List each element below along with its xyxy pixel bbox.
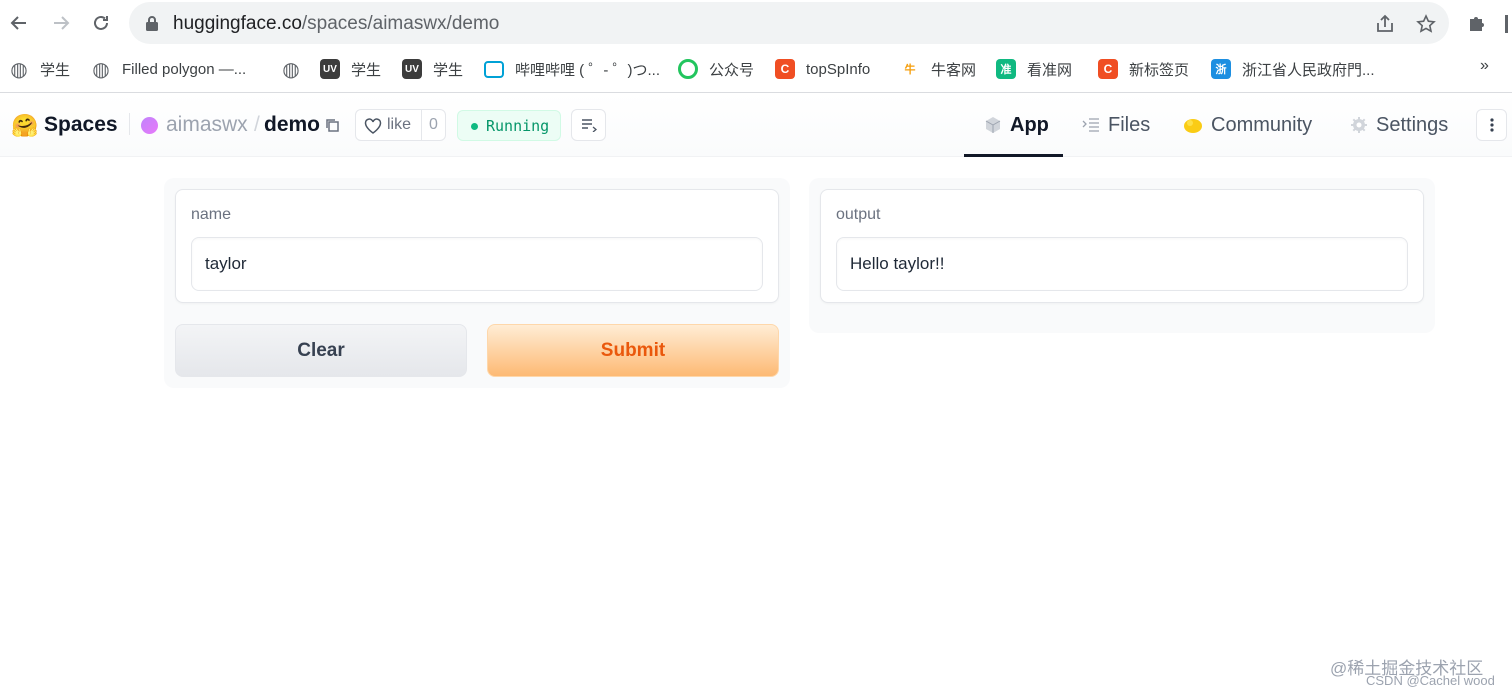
logs-button[interactable]	[571, 109, 606, 141]
reload-button[interactable]	[89, 11, 113, 35]
nowcoder-icon: 牛	[900, 59, 920, 79]
name-textbox[interactable]: taylor	[191, 237, 763, 291]
url-text: huggingface.co/spaces/aimaswx/demo	[173, 13, 500, 34]
bookmark-item[interactable]: 浙浙江省人民政府門...	[1211, 57, 1375, 81]
tab-label: Files	[1108, 113, 1151, 136]
star-icon	[1416, 14, 1436, 33]
like-button[interactable]: like 0	[355, 109, 446, 141]
zj-gov-icon: 浙	[1211, 59, 1231, 79]
tab-settings[interactable]: Settings	[1350, 113, 1448, 137]
forward-arrow-icon	[54, 16, 70, 30]
hf-header: 🤗 Spaces aimaswx / demo like 0 Running A…	[0, 93, 1512, 157]
bookmark-label: 哔哩哔哩 ( ゜- ゜)つ...	[515, 61, 660, 79]
bookmark-item[interactable]: 公众号	[678, 57, 754, 81]
globe-icon: ◍	[10, 58, 28, 81]
bookmark-item[interactable]: 准看准网	[996, 57, 1072, 81]
name-input-block: name taylor	[175, 189, 779, 303]
divider	[129, 113, 130, 135]
bookmark-item[interactable]: C 新标签页	[1098, 57, 1189, 81]
cube-icon	[984, 116, 1002, 134]
status-badge: Running	[457, 110, 561, 141]
list-icon	[581, 119, 597, 132]
name-label: name	[191, 206, 232, 223]
back-arrow-icon	[10, 16, 26, 30]
reload-icon	[94, 15, 108, 30]
owner-link[interactable]: aimaswx	[166, 113, 248, 137]
bookmark-label: Filled polygon —...	[122, 60, 247, 78]
lock-icon	[146, 16, 158, 31]
heart-icon	[364, 118, 382, 134]
share-button[interactable]	[1374, 13, 1396, 35]
community-icon	[1183, 116, 1203, 134]
bookmark-item[interactable]: UV 学生	[320, 57, 381, 81]
bookmark-label: topSpInfo	[806, 60, 871, 78]
csdn-icon: C	[775, 59, 795, 79]
forward-button[interactable]	[49, 11, 73, 35]
bookmark-item[interactable]: 牛牛客网	[900, 57, 976, 81]
tab-app[interactable]: App	[984, 113, 1049, 137]
repo-name-link[interactable]: demo	[264, 113, 320, 137]
more-options-button[interactable]	[1476, 109, 1507, 141]
status-dot-icon	[471, 123, 478, 130]
tab-label: Settings	[1376, 113, 1449, 136]
bilibili-icon	[484, 60, 504, 78]
share-icon	[1377, 14, 1393, 32]
watermark-csdn: CSDN @Cachel wood	[1366, 673, 1495, 688]
bookmarks-bar: ◍ 学生 ◍ Filled polygon —... ◍ UV 学生 UV 学生 哔哩哔…	[0, 47, 1512, 93]
puzzle-icon	[1470, 17, 1484, 31]
submit-button[interactable]: Submit	[487, 324, 779, 377]
gear-icon	[1350, 116, 1368, 134]
globe-icon: ◍	[282, 58, 300, 81]
clear-button[interactable]: Clear	[175, 324, 467, 377]
bookmark-item[interactable]: ◍	[281, 57, 312, 81]
tab-label: Community	[1211, 113, 1313, 136]
bookmark-item[interactable]: ◍ 学生	[9, 57, 70, 81]
path-separator: /	[254, 113, 260, 136]
hugging-face-logo-icon[interactable]: 🤗	[11, 113, 38, 139]
back-button[interactable]	[7, 11, 31, 35]
output-textbox: Hello taylor!!	[836, 237, 1408, 291]
like-count: 0	[429, 116, 438, 133]
extensions-button[interactable]	[1466, 12, 1488, 34]
csdn-icon: C	[1098, 59, 1118, 79]
bookmark-label: 牛客网	[931, 61, 977, 79]
bookmark-label: 新标签页	[1129, 61, 1190, 79]
globe-icon: ◍	[92, 58, 110, 81]
bookmarks-overflow-button[interactable]: »	[1480, 57, 1489, 75]
divider	[421, 110, 422, 140]
active-tab-indicator	[964, 154, 1063, 157]
bookmark-item[interactable]: 哔哩哔哩 ( ゜- ゜)つ...	[484, 57, 660, 81]
bookmark-label: 学生	[433, 61, 464, 79]
bookmark-item[interactable]: UV 学生	[402, 57, 463, 81]
files-icon	[1082, 117, 1100, 133]
profile-edge[interactable]	[1505, 15, 1508, 33]
output-block: output Hello taylor!!	[820, 189, 1424, 303]
bookmark-label: 学生	[351, 61, 382, 79]
output-label: output	[836, 206, 881, 223]
kebab-icon	[1489, 118, 1494, 132]
tab-label: App	[1010, 113, 1049, 136]
copy-icon[interactable]	[324, 117, 340, 133]
browser-toolbar: huggingface.co/spaces/aimaswx/demo	[0, 0, 1512, 47]
tab-files[interactable]: Files	[1082, 113, 1150, 137]
uv-icon: UV	[320, 59, 340, 79]
uv-icon: UV	[402, 59, 422, 79]
bookmark-label: 浙江省人民政府門...	[1242, 61, 1375, 79]
kanzhun-icon: 准	[996, 59, 1016, 79]
owner-avatar	[141, 117, 158, 134]
address-bar[interactable]: huggingface.co/spaces/aimaswx/demo	[129, 2, 1449, 44]
tab-community[interactable]: Community	[1183, 113, 1312, 137]
wechat-icon	[678, 59, 698, 79]
bookmark-item[interactable]: CtopSpInfo	[775, 57, 870, 81]
bookmark-label: 看准网	[1027, 61, 1073, 79]
bookmark-star-button[interactable]	[1415, 13, 1437, 35]
status-label: Running	[486, 117, 550, 135]
bookmark-label: 公众号	[709, 61, 755, 79]
like-label: like	[387, 116, 412, 133]
bookmark-item[interactable]: ◍ Filled polygon —...	[91, 57, 246, 81]
bookmark-label: 学生	[40, 61, 71, 79]
spaces-link[interactable]: Spaces	[44, 113, 118, 137]
